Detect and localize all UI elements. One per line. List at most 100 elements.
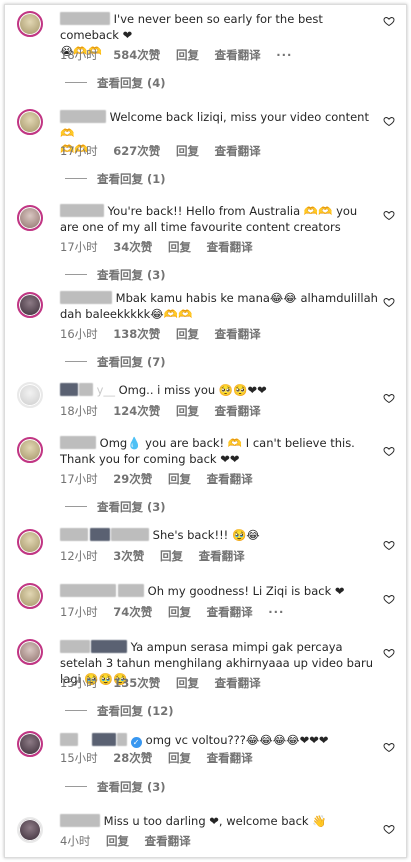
- translate-button[interactable]: 查看翻译: [145, 834, 191, 848]
- timestamp: 16小时: [60, 327, 98, 341]
- view-replies-button[interactable]: 查看回复 (3): [65, 499, 166, 515]
- username[interactable]: [60, 12, 110, 26]
- reply-button[interactable]: 回复: [168, 751, 191, 765]
- username[interactable]: [60, 528, 149, 542]
- timestamp: 12小时: [60, 549, 98, 563]
- view-replies-button[interactable]: 查看回复 (3): [65, 267, 166, 283]
- more-options-button[interactable]: ···: [268, 605, 284, 619]
- comment-meta: 4小时 回复 查看翻译: [60, 833, 203, 849]
- avatar[interactable]: [17, 437, 43, 463]
- reply-button[interactable]: 回复: [176, 48, 199, 62]
- username[interactable]: [60, 640, 127, 654]
- like-count[interactable]: 28次赞: [113, 751, 152, 765]
- like-count[interactable]: 135次赞: [113, 676, 160, 690]
- translate-button[interactable]: 查看翻译: [207, 751, 253, 765]
- translate-button[interactable]: 查看翻译: [215, 676, 261, 690]
- heart-icon[interactable]: [383, 296, 395, 308]
- username[interactable]: y__: [60, 383, 115, 397]
- avatar[interactable]: [17, 109, 43, 135]
- heart-icon[interactable]: [383, 741, 395, 753]
- avatar[interactable]: [17, 639, 43, 665]
- comment-meta: 18小时 584次赞 回复 查看翻译 ···: [60, 47, 304, 63]
- avatar[interactable]: [17, 583, 43, 609]
- comment-meta: 12小时 3次赞 回复 查看翻译: [60, 548, 257, 564]
- username[interactable]: [60, 291, 112, 305]
- reply-button[interactable]: 回复: [168, 605, 191, 619]
- comment-text: Miss u too darling ❤, welcome back 👋: [103, 814, 327, 828]
- translate-button[interactable]: 查看翻译: [215, 144, 261, 158]
- timestamp: 18小时: [60, 48, 98, 62]
- timestamp: 17小时: [60, 144, 98, 158]
- reply-button[interactable]: 回复: [176, 404, 199, 418]
- comment-text: Omg💧 you are back! 🫶 I can't believe thi…: [60, 436, 355, 466]
- comment-meta: 18小时 124次赞 回复 查看翻译: [60, 403, 273, 419]
- comment-text: omg vc voltou???😂😂😂😂❤❤❤: [145, 733, 329, 747]
- reply-button[interactable]: 回复: [176, 144, 199, 158]
- translate-button[interactable]: 查看翻译: [215, 48, 261, 62]
- comment-meta: 15小时 135次赞 回复 查看翻译: [60, 675, 273, 691]
- heart-icon[interactable]: [383, 115, 395, 127]
- heart-icon[interactable]: [383, 15, 395, 27]
- verified-badge-icon: ✓: [130, 737, 142, 748]
- timestamp: 18小时: [60, 404, 98, 418]
- more-options-button[interactable]: ···: [276, 48, 292, 62]
- avatar[interactable]: [17, 11, 43, 37]
- avatar[interactable]: [17, 382, 43, 408]
- like-count[interactable]: 627次赞: [113, 144, 160, 158]
- reply-button[interactable]: 回复: [176, 327, 199, 341]
- username[interactable]: [60, 814, 100, 828]
- like-count[interactable]: 138次赞: [113, 327, 160, 341]
- divider-line: [65, 506, 87, 507]
- translate-button[interactable]: 查看翻译: [215, 404, 261, 418]
- view-replies-button[interactable]: 查看回复 (12): [65, 703, 174, 719]
- translate-button[interactable]: 查看翻译: [207, 240, 253, 254]
- translate-button[interactable]: 查看翻译: [215, 327, 261, 341]
- view-replies-button[interactable]: 查看回复 (4): [65, 75, 166, 91]
- avatar[interactable]: [17, 529, 43, 555]
- username[interactable]: [60, 584, 144, 598]
- username[interactable]: [60, 204, 104, 218]
- avatar[interactable]: [17, 817, 43, 843]
- reply-button[interactable]: 回复: [160, 549, 183, 563]
- username[interactable]: [60, 436, 96, 450]
- like-count[interactable]: 29次赞: [113, 472, 152, 486]
- comment-meta: 17小时 74次赞 回复 查看翻译 ···: [60, 604, 296, 620]
- avatar[interactable]: [17, 292, 43, 318]
- comment-meta: 17小时 627次赞 回复 查看翻译: [60, 143, 273, 159]
- heart-icon[interactable]: [383, 539, 395, 551]
- like-count[interactable]: 34次赞: [113, 240, 152, 254]
- view-replies-button[interactable]: 查看回复 (3): [65, 779, 166, 795]
- heart-icon[interactable]: [383, 209, 395, 221]
- comment-meta: 16小时 138次赞 回复 查看翻译: [60, 326, 273, 342]
- like-count[interactable]: 584次赞: [113, 48, 160, 62]
- reply-button[interactable]: 回复: [168, 472, 191, 486]
- username[interactable]: [60, 733, 127, 747]
- view-replies-button[interactable]: 查看回复 (7): [65, 354, 166, 370]
- timestamp: 15小时: [60, 751, 98, 765]
- heart-icon[interactable]: [383, 392, 395, 404]
- divider-line: [65, 178, 87, 179]
- translate-button[interactable]: 查看翻译: [207, 472, 253, 486]
- heart-icon[interactable]: [383, 823, 395, 835]
- like-count[interactable]: 3次赞: [113, 549, 144, 563]
- reply-button[interactable]: 回复: [168, 240, 191, 254]
- heart-icon[interactable]: [383, 445, 395, 457]
- like-count[interactable]: 74次赞: [113, 605, 152, 619]
- avatar[interactable]: [17, 731, 43, 757]
- avatar[interactable]: [17, 205, 43, 231]
- translate-button[interactable]: 查看翻译: [207, 605, 253, 619]
- reply-button[interactable]: 回复: [176, 676, 199, 690]
- heart-icon[interactable]: [383, 647, 395, 659]
- view-replies-button[interactable]: 查看回复 (1): [65, 171, 166, 187]
- like-count[interactable]: 124次赞: [113, 404, 160, 418]
- heart-icon[interactable]: [383, 593, 395, 605]
- divider-line: [65, 361, 87, 362]
- comment-text: Omg.. i miss you 🥺🥺❤❤: [118, 383, 267, 397]
- comment-meta: 17小时 29次赞 回复 查看翻译: [60, 471, 265, 487]
- divider-line: [65, 710, 87, 711]
- comment-text: Welcome back liziqi, miss your video con…: [60, 110, 369, 140]
- username[interactable]: [60, 110, 106, 124]
- divider-line: [65, 82, 87, 83]
- reply-button[interactable]: 回复: [106, 834, 129, 848]
- translate-button[interactable]: 查看翻译: [199, 549, 245, 563]
